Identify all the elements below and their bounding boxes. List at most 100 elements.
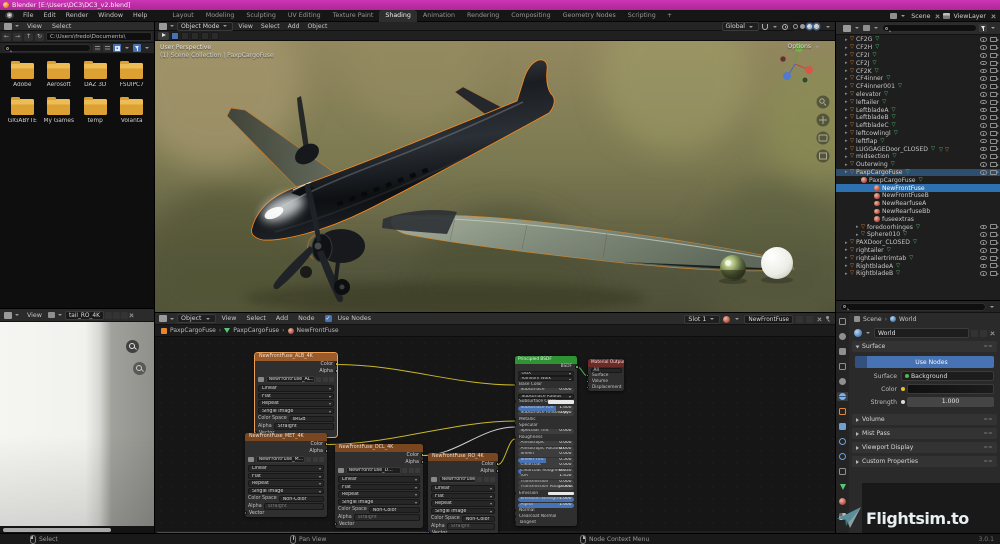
outliner-search-input[interactable] xyxy=(882,24,977,32)
image-datablock-field[interactable]: tail_RO_4K xyxy=(65,311,104,320)
outliner-item-label[interactable]: PAXDoor_CLOSED xyxy=(856,239,910,246)
folder-item[interactable]: My Games xyxy=(41,99,78,124)
surface-shader-field[interactable]: Background xyxy=(901,371,994,381)
image-name-field[interactable]: NewFrontFuse_AL... xyxy=(266,376,315,383)
workspace-tab[interactable]: Sculpting xyxy=(240,10,281,22)
forward-button[interactable]: → xyxy=(13,33,22,41)
extension-dropdown[interactable]: Repeat xyxy=(338,491,420,498)
node-header[interactable]: Principled BSDF xyxy=(515,356,577,364)
folder-item[interactable]: temp xyxy=(77,99,114,124)
hide-eye-icon[interactable] xyxy=(980,92,987,97)
camera-visibility-icon[interactable] xyxy=(990,139,997,144)
bsdf-input-row[interactable]: Specular Tint 0.000 xyxy=(518,429,574,434)
menu-item[interactable]: Help xyxy=(128,10,152,22)
outliner-row[interactable]: ▸ ▽ rightailertrimtab ▽ ▽▽ xyxy=(836,254,1000,262)
wireframe-shading-icon[interactable] xyxy=(793,24,798,29)
collapsed-panel-header[interactable]: Volume == xyxy=(852,414,997,425)
outliner-row[interactable]: ▸ ▽ CF2I ▽ ▽▽ xyxy=(836,52,1000,60)
input-value[interactable]: 0.030 xyxy=(559,469,571,474)
collapsed-panel-header[interactable]: Custom Properties == xyxy=(852,456,997,467)
input-value[interactable]: 0.000 xyxy=(559,429,571,434)
image-texture-node[interactable]: NewFrontFuse_RO_4K Color Alpha NewFrontF… xyxy=(428,453,498,533)
zoom-gizmo-icon[interactable] xyxy=(133,362,146,375)
alpha-output-socket[interactable]: Alpha xyxy=(335,459,423,466)
alpha-output-socket[interactable]: Alpha xyxy=(255,368,337,375)
editor-type-icon[interactable] xyxy=(843,25,851,32)
socket-icon[interactable] xyxy=(586,374,589,377)
alpha-mode-dropdown[interactable]: Straight xyxy=(274,423,334,430)
bsdf-output-socket[interactable]: BSDF xyxy=(515,364,577,370)
node-header[interactable]: NewFrontFuse_RO_4K xyxy=(428,453,498,461)
display-thumbnails-icon[interactable] xyxy=(113,44,121,52)
tab-modifiers[interactable] xyxy=(837,422,848,431)
outliner-row[interactable]: ▸ ▽ elevator ▽ ▽▽ xyxy=(836,91,1000,99)
interpolation-dropdown[interactable]: Linear xyxy=(248,465,324,472)
menu-item[interactable]: Window xyxy=(93,10,128,22)
camera-visibility-icon[interactable] xyxy=(990,123,997,128)
menu-item[interactable]: Select xyxy=(241,315,270,322)
outliner-item-label[interactable]: LeftbladeB xyxy=(856,114,889,121)
image-canvas[interactable] xyxy=(0,322,155,526)
image-name-field[interactable]: NewFrontFuse_D... xyxy=(346,467,401,474)
outliner-item-label[interactable]: NewRearfuseBb xyxy=(882,208,930,215)
refresh-button[interactable]: ↻ xyxy=(35,33,44,41)
input-value[interactable]: 0.000 xyxy=(559,388,571,393)
material-name-field[interactable]: NewFrontFuse xyxy=(744,315,793,324)
menu-item[interactable]: View xyxy=(234,23,256,30)
outliner-item-label[interactable]: Sphere010 xyxy=(867,231,900,238)
bsdf-input-row[interactable]: Subsurface Color xyxy=(515,399,577,405)
surface-panel-header[interactable]: Surface == xyxy=(852,341,997,352)
interpolation-dropdown[interactable]: Linear xyxy=(338,476,420,483)
outliner-item-label[interactable]: NewFrontFuse xyxy=(882,185,925,192)
outliner-item-label[interactable]: leftcowlingl xyxy=(856,130,891,137)
alpha-mode-dropdown[interactable]: Straight xyxy=(264,503,324,510)
input-value[interactable]: 1.450 xyxy=(559,474,571,479)
viewlayer-selector[interactable]: ViewLayer xyxy=(952,13,989,20)
projection-dropdown[interactable]: Flat xyxy=(248,473,324,480)
outliner-row[interactable]: ▸ ▽ CF2J ▽ ▽▽ xyxy=(836,59,1000,67)
outliner-row[interactable]: ▸ ▽ fuseextras ▽ ▽▽ xyxy=(836,215,1000,223)
projection-dropdown[interactable]: Flat xyxy=(258,393,334,400)
outliner-item-label[interactable]: midsection xyxy=(856,153,889,160)
colorspace-dropdown[interactable]: Non-Color xyxy=(369,507,420,514)
bsdf-input-row[interactable]: GGX xyxy=(518,371,574,376)
bsdf-input-row[interactable]: Subsurface 0.000 xyxy=(518,388,574,393)
tab-tool[interactable] xyxy=(837,317,848,326)
camera-visibility-icon[interactable] xyxy=(990,248,997,253)
outliner-row[interactable]: ▸ ▽ PaxpCargoFuse ▽ ▽▽ xyxy=(836,169,1000,177)
camera-visibility-icon[interactable] xyxy=(990,68,997,73)
projection-dropdown[interactable]: Flat xyxy=(431,493,495,500)
outliner-row[interactable]: ▸ ▽ NewRearfuseBb ▽ ▽▽ xyxy=(836,208,1000,216)
input-value[interactable]: 1.000 xyxy=(559,503,571,508)
perspective-toggle-icon[interactable] xyxy=(817,150,830,163)
hide-eye-icon[interactable] xyxy=(980,115,987,120)
tab-particles[interactable] xyxy=(837,437,848,446)
outliner-row[interactable]: ▸ ▽ CF2G ▽ ▽▽ xyxy=(836,36,1000,44)
slot-dropdown[interactable]: Slot 1 xyxy=(684,315,720,324)
outliner-row[interactable]: ▸ ▽ foredoorhinges ▽ ▽▽ xyxy=(836,223,1000,231)
unlink-world-icon[interactable] xyxy=(989,330,995,336)
fake-user-icon[interactable] xyxy=(402,468,407,474)
interpolation-dropdown[interactable]: Linear xyxy=(431,485,495,492)
editor-type-icon[interactable] xyxy=(4,23,12,30)
menu-item[interactable]: Object xyxy=(303,23,331,30)
outliner-item-label[interactable]: leftflap xyxy=(856,138,877,145)
workspace-tab[interactable]: Texture Paint xyxy=(327,10,380,22)
world-name-field[interactable]: World xyxy=(874,328,969,338)
camera-visibility-icon[interactable] xyxy=(990,256,997,261)
hide-eye-icon[interactable] xyxy=(980,100,987,105)
options-dropdown[interactable]: Options xyxy=(787,43,821,50)
scene-selector[interactable]: Scene xyxy=(909,13,932,20)
workspace-tab[interactable]: Compositing xyxy=(505,10,556,22)
pin-icon[interactable] xyxy=(825,316,831,322)
tab-world[interactable] xyxy=(837,392,848,401)
workspace-tab[interactable]: Layout xyxy=(166,10,199,22)
hide-eye-icon[interactable] xyxy=(980,170,987,175)
camera-visibility-icon[interactable] xyxy=(990,146,997,151)
unlink-image-icon[interactable] xyxy=(319,457,324,463)
node-header[interactable]: NewFrontFuse_ALB_4K xyxy=(255,353,337,361)
editor-type-icon[interactable] xyxy=(159,315,167,322)
editor-type-icon[interactable] xyxy=(159,23,167,30)
hide-eye-icon[interactable] xyxy=(980,108,987,113)
bsdf-input-row[interactable]: Roughness xyxy=(515,435,577,441)
